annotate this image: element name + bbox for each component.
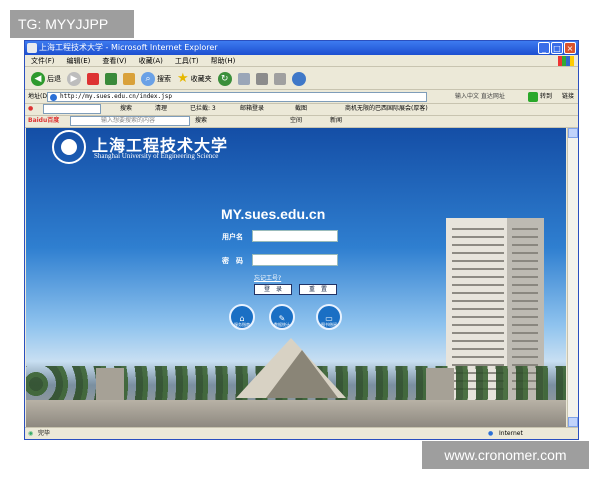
maximize-button[interactable]: □ <box>551 42 563 54</box>
stop-icon[interactable] <box>87 72 99 85</box>
edit-icon[interactable] <box>273 72 286 85</box>
promo-link[interactable]: 商机无限的巴西国际展会(厚客) <box>345 103 428 115</box>
windows-logo-icon <box>558 56 574 66</box>
menu-tools[interactable]: 工具(T) <box>175 55 199 66</box>
watermark: www.cronomer.com <box>422 441 589 469</box>
ie-icon <box>27 43 37 53</box>
print-icon[interactable] <box>255 72 268 85</box>
statistics-label: 数据统计 <box>274 322 290 327</box>
back-label: 后退 <box>47 74 61 83</box>
mail-icon[interactable] <box>237 72 250 85</box>
refresh-icon[interactable] <box>105 72 117 85</box>
zone-text: Internet <box>499 430 523 437</box>
blocked-count[interactable]: 已拦截: 3 <box>190 103 216 115</box>
forward-icon[interactable]: ▶ <box>67 71 81 86</box>
password-input[interactable] <box>252 254 338 266</box>
university-emblem <box>52 130 86 164</box>
go-arrow-icon[interactable] <box>528 92 538 102</box>
star-icon: ★ <box>177 71 189 86</box>
menu-help[interactable]: 帮助(H) <box>211 55 236 66</box>
back-arrow-icon: ◀ <box>31 71 45 86</box>
username-label: 用户名 <box>222 233 243 241</box>
service-guide-label: 服务指南 <box>234 322 250 327</box>
campus-gatehouse-right <box>426 368 454 404</box>
menu-edit[interactable]: 编辑(E) <box>67 55 91 66</box>
favorites-label: 收藏夹 <box>190 74 212 83</box>
campus-gatehouse-left <box>96 368 124 404</box>
window-controls: _ □ × <box>538 42 576 54</box>
library-label: 图书借阅 <box>321 322 337 327</box>
links-button[interactable]: 链接 <box>562 91 574 103</box>
status-bar: ◉ 完毕 ● Internet <box>25 427 578 439</box>
browser-window: 上海工程技术大学 - Microsoft Internet Explorer _… <box>24 40 579 440</box>
baidu-logo: Baidu百度 <box>28 117 60 124</box>
menu-file[interactable]: 文件(F) <box>31 55 55 66</box>
back-button[interactable]: ◀ 后退 <box>31 71 61 86</box>
page-content: 上海工程技术大学 Shanghai University of Engineer… <box>26 128 566 427</box>
addon-search-input[interactable] <box>43 104 101 114</box>
corner-tag: TG: MYYJJPP <box>10 10 134 38</box>
close-button[interactable]: × <box>564 42 576 54</box>
baidu-search-input[interactable]: 输入想要搜索的内容 <box>70 116 190 126</box>
scroll-down-button[interactable] <box>568 417 578 427</box>
news-button[interactable]: 新闻 <box>330 115 342 127</box>
search-icon: ⌕ <box>141 71 155 86</box>
messenger-icon[interactable] <box>291 71 306 86</box>
login-button[interactable]: 登 录 <box>254 284 292 295</box>
clean-button[interactable]: 清理 <box>155 103 167 115</box>
search-label: 搜索 <box>157 74 171 83</box>
menu-bar: 文件(F) 编辑(E) 查看(V) 收藏(A) 工具(T) 帮助(H) <box>25 55 578 67</box>
address-url: http://my.sues.edu.cn/index.jsp <box>60 93 172 100</box>
university-name-en: Shanghai University of Engineering Scien… <box>94 152 219 160</box>
menu-favorites[interactable]: 收藏(A) <box>139 55 163 66</box>
screenshot-button[interactable]: 截图 <box>295 103 307 115</box>
reset-button[interactable]: 重 置 <box>299 284 337 295</box>
address-input[interactable]: http://my.sues.edu.cn/index.jsp <box>47 92 427 102</box>
scroll-up-button[interactable] <box>568 128 578 138</box>
baidu-search-button[interactable]: 搜索 <box>195 115 207 127</box>
page-icon <box>50 94 57 101</box>
window-title: 上海工程技术大学 - Microsoft Internet Explorer <box>39 43 218 52</box>
addon-logo: ● <box>28 105 34 112</box>
search-button[interactable]: ⌕ 搜索 <box>141 71 171 86</box>
history-icon[interactable]: ↻ <box>217 71 232 86</box>
status-page-icon: ◉ <box>28 430 34 437</box>
username-input[interactable] <box>252 230 338 242</box>
addon-search-button[interactable]: 搜索 <box>120 103 132 115</box>
title-bar: 上海工程技术大学 - Microsoft Internet Explorer _… <box>25 41 578 55</box>
vertical-scrollbar[interactable] <box>567 128 578 427</box>
campus-pyramid-front <box>266 350 338 398</box>
menu-view[interactable]: 查看(V) <box>102 55 126 66</box>
standard-toolbar: ◀ 后退 ▶ ⌕ 搜索 ★ 收藏夹 ↻ <box>25 68 578 90</box>
forgot-id-link[interactable]: 忘记工号? <box>254 273 281 282</box>
internet-zone-icon: ● <box>488 430 494 437</box>
address-hint: 输入中文 直达网址 <box>455 93 505 100</box>
password-label: 密 码 <box>222 257 243 265</box>
mail-login-button[interactable]: 邮箱登录 <box>240 103 264 115</box>
baidu-toolbar: Baidu百度 输入想要搜索的内容 搜索 空间 新闻 <box>25 115 578 128</box>
home-icon[interactable] <box>123 72 135 85</box>
space-button[interactable]: 空间 <box>290 115 302 127</box>
favorites-button[interactable]: ★ 收藏夹 <box>177 71 212 86</box>
status-text: 完毕 <box>38 430 51 437</box>
baidu-search-placeholder: 输入想要搜索的内容 <box>101 117 156 124</box>
minimize-button[interactable]: _ <box>538 42 550 54</box>
site-title: MY.sues.edu.cn <box>221 206 326 222</box>
go-button[interactable]: 转到 <box>540 91 552 103</box>
campus-plaza <box>26 400 566 427</box>
